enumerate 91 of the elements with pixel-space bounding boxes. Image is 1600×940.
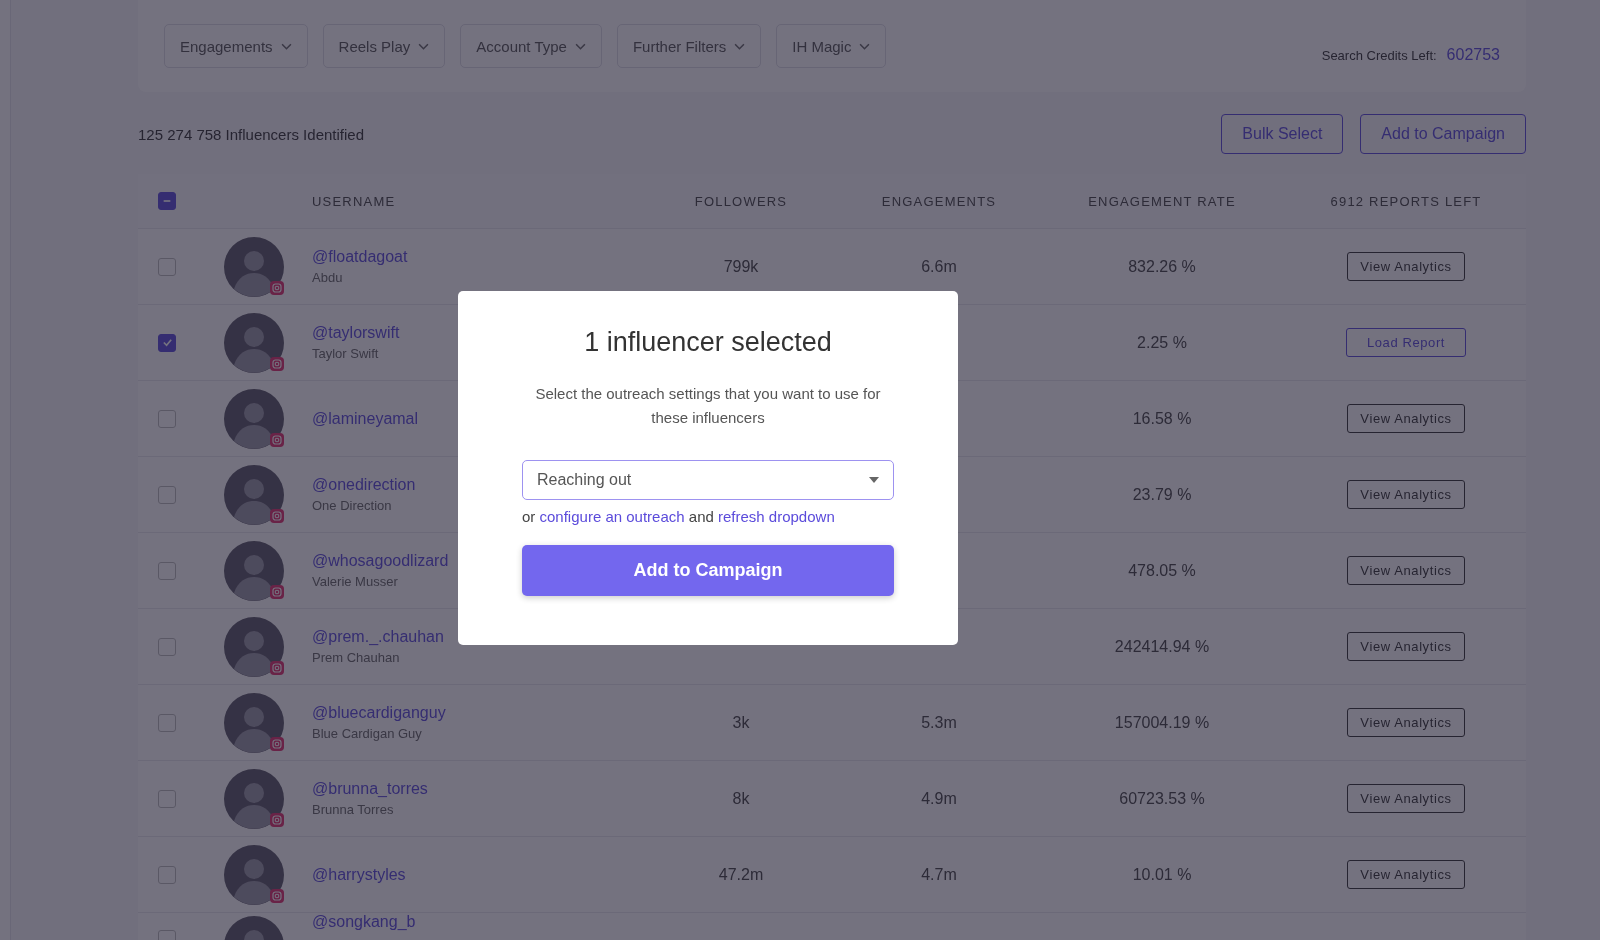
column-header: FOLLOWERS [694,193,788,209]
chevron-icon [280,42,292,50]
view-analytics-button[interactable]: View Analytics [1347,784,1465,813]
chevron-icon [734,42,746,50]
username-link[interactable]: @floatdagoat [312,248,408,266]
display-name: Taylor Swift [312,346,379,361]
text-link[interactable]: configure an outreach [539,508,685,525]
row-checkbox[interactable] [158,713,176,732]
row-checkbox[interactable] [158,409,176,428]
username-link[interactable]: @lamineyamal [312,409,419,428]
engagements-count: 5.3m [921,713,957,732]
display-name: Brunna Torres [312,802,394,817]
row-checkbox[interactable] [158,637,176,656]
view-analytics-button[interactable]: View Analytics [1347,860,1465,889]
display-name: One Direction [312,498,392,513]
row-checkbox[interactable] [158,257,176,276]
view-analytics-button[interactable]: View Analytics [1347,708,1465,737]
load-report-button[interactable]: Load Report [1345,328,1467,357]
display-name: Abdu [312,270,343,285]
followers-count: 799k [723,257,759,276]
action-button[interactable]: Add to Campaign [1360,114,1526,154]
view-analytics-button[interactable]: View Analytics [1347,480,1465,509]
credits-value: 602753 [1446,46,1500,64]
filter-dropdown[interactable]: Reels Play [322,24,446,68]
engagements-count: 4.7m [921,865,957,884]
username-link[interactable]: @harrystyles [312,865,406,884]
followers-count: 47.2m [718,865,764,884]
row-checkbox[interactable] [158,561,176,580]
check-icon [161,337,173,348]
username-link[interactable]: @taylorswift [312,324,400,342]
action-button[interactable]: Bulk Select [1221,114,1344,154]
filter-dropdown[interactable]: Account Type [460,24,602,68]
view-analytics-button[interactable]: View Analytics [1347,556,1465,585]
avatar [224,312,284,373]
select-all-checkbox[interactable] [158,192,176,210]
avatar [224,768,284,829]
engagements-count: 6.6m [921,257,957,276]
username-link[interactable]: @bluecardiganguy [312,704,446,722]
display-name: Blue Cardigan Guy [312,726,422,741]
engagement-rate: 2.25 % [1137,333,1187,352]
engagements-count: 4.9m [921,789,957,808]
view-analytics-button[interactable]: View Analytics [1347,252,1465,281]
followers-count: 3k [732,713,750,732]
column-header: USERNAME [312,193,396,209]
chevron-icon [418,42,430,50]
avatar [224,540,284,601]
view-analytics-button[interactable]: View Analytics [1347,632,1465,661]
add-to-campaign-button[interactable]: Add to Campaign [522,545,894,596]
column-header: 6912 REPORTS LEFT [1330,193,1482,209]
display-name: Valerie Musser [312,574,398,589]
helper-text: or configure an outreach and refresh dropdown [522,508,835,525]
row-checkbox[interactable] [158,865,176,884]
username-link[interactable]: @songkang_b [312,913,416,930]
engagement-rate: 10.01 % [1132,865,1192,884]
modal-description: Select the outreach settings that you want to use for these influencers [534,384,882,428]
outreach-select[interactable]: Reaching out [522,460,894,500]
engagement-rate: 16.58 % [1132,409,1192,428]
modal-title: 1 influencer selected [584,327,832,358]
engagement-rate: 832.26 % [1128,257,1196,276]
display-name: Prem Chauhan [312,650,400,665]
engagement-rate: 242414.94 % [1114,637,1210,656]
caret-icon [869,477,879,483]
avatar [224,388,284,449]
avatar [224,616,284,677]
row-checkbox[interactable] [158,485,176,504]
avatar [224,844,284,905]
column-header: ENGAGEMENT RATE [1088,193,1236,209]
view-analytics-button[interactable]: View Analytics [1347,404,1465,433]
credits-label: Search Credits Left: [1321,48,1437,63]
filter-dropdown[interactable]: Further Filters [616,24,762,68]
filter-dropdown[interactable]: IH Magic [776,24,887,68]
engagement-rate: 23.79 % [1132,485,1192,504]
avatar [224,236,284,297]
username-link[interactable]: @whosagoodlizard [312,552,449,570]
chevron-icon [859,42,871,50]
column-header: ENGAGEMENTS [881,193,997,209]
username-link[interactable]: @prem._.chauhan [312,628,444,646]
engagement-rate: 478.05 % [1128,561,1196,580]
followers-count: 8k [732,789,750,808]
username-link[interactable]: @onedirection [312,476,416,494]
chevron-icon [574,42,586,50]
username-link[interactable]: @brunna_torres [312,780,428,798]
results-count: 125 274 758 Influencers Identified [138,125,364,143]
row-checkbox[interactable] [158,789,176,808]
avatar [224,692,284,753]
text-link[interactable]: refresh dropdown [718,508,835,525]
filter-dropdown[interactable]: Engagements [164,24,308,68]
engagement-rate: 157004.19 % [1114,713,1210,732]
row-checkbox[interactable] [158,333,176,352]
engagement-rate: 60723.53 % [1119,789,1205,808]
avatar [224,464,284,525]
